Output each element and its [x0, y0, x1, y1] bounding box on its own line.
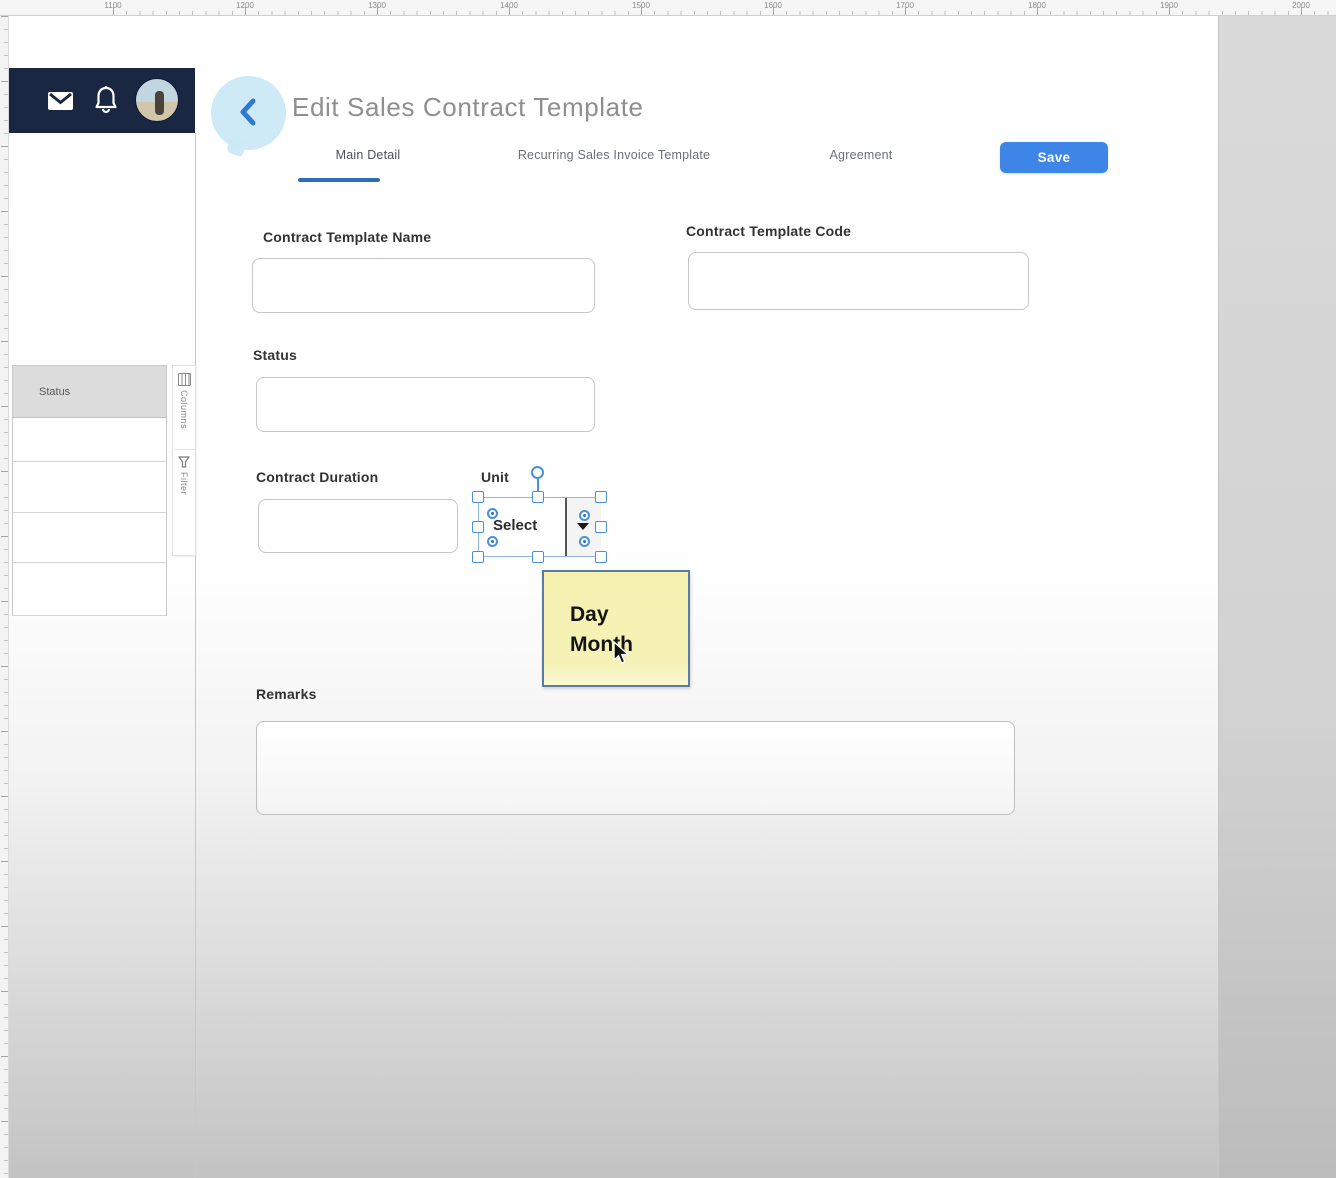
- ruler-tick-label: 1200: [236, 1, 254, 10]
- contract-template-name-label: Contract Template Name: [263, 229, 432, 245]
- ruler-tick-label: 2000: [1292, 1, 1310, 10]
- remarks-label: Remarks: [256, 686, 317, 702]
- contract-template-code-label: Contract Template Code: [686, 223, 852, 239]
- columns-icon: [177, 373, 191, 386]
- table-row: [13, 462, 166, 513]
- ruler-tick-label: 1500: [632, 1, 650, 10]
- tab-agreement[interactable]: Agreement: [830, 148, 893, 162]
- dropdown-divider: [565, 498, 567, 556]
- tab-main-detail[interactable]: Main Detail: [336, 148, 401, 162]
- resize-handle-se[interactable]: [595, 551, 607, 563]
- caret-down-icon: [577, 523, 589, 530]
- ruler-tick-label: 1700: [896, 1, 914, 10]
- app-top-bar: [9, 68, 195, 133]
- dropdown-options-note: Day Month: [542, 570, 690, 687]
- bell-icon[interactable]: [94, 86, 118, 115]
- mail-icon[interactable]: [47, 91, 74, 111]
- select-placeholder: Select: [493, 517, 538, 534]
- status-label: Status: [253, 347, 297, 363]
- contract-template-code-input[interactable]: [688, 252, 1029, 310]
- contract-template-name-input[interactable]: [252, 258, 595, 313]
- filter-tool[interactable]: Filter: [173, 456, 195, 495]
- ruler-tick-label: 1600: [764, 1, 782, 10]
- anchor-point[interactable]: [487, 536, 498, 547]
- contract-duration-input[interactable]: [258, 499, 458, 553]
- status-table: Status: [12, 365, 167, 616]
- unit-select-dropdown[interactable]: Select: [478, 497, 601, 557]
- unit-label: Unit: [481, 469, 510, 485]
- ruler-tick-label: 1900: [1160, 1, 1178, 10]
- contract-duration-label: Contract Duration: [256, 469, 379, 485]
- vertical-ruler: [0, 16, 9, 1178]
- table-row: [13, 513, 166, 563]
- columns-tool[interactable]: Columns: [173, 373, 195, 429]
- remarks-textarea[interactable]: [256, 721, 1015, 815]
- chevron-left-icon[interactable]: [236, 96, 262, 128]
- design-canvas: 1100 1200 1300 1400 1500 1600 1700 1800 …: [0, 0, 1336, 1178]
- mouse-cursor-icon: [613, 641, 630, 664]
- tab-recurring-sales-invoice-template[interactable]: Recurring Sales Invoice Template: [518, 148, 710, 162]
- anchor-point[interactable]: [579, 536, 590, 547]
- table-row: [13, 563, 166, 616]
- horizontal-ruler: 1100 1200 1300 1400 1500 1600 1700 1800 …: [0, 0, 1336, 16]
- filter-icon: [178, 456, 190, 468]
- resize-handle-s[interactable]: [532, 551, 544, 563]
- ruler-tick-label: 1300: [368, 1, 386, 10]
- ruler-tick-label: 1100: [104, 1, 122, 10]
- status-column-header-label: Status: [39, 385, 71, 398]
- panel-divider: [195, 133, 196, 1178]
- anchor-point[interactable]: [579, 510, 590, 521]
- resize-handle-n[interactable]: [532, 491, 544, 503]
- canvas-right-gutter: [1218, 16, 1336, 1178]
- ruler-tick-label: 1800: [1028, 1, 1046, 10]
- status-column-header: Status: [13, 366, 166, 418]
- save-button[interactable]: Save: [1000, 142, 1108, 173]
- toolbar-divider: [175, 449, 195, 450]
- resize-handle-sw[interactable]: [472, 551, 484, 563]
- filter-tool-label: Filter: [179, 472, 189, 495]
- ruler-tick-label: 1400: [500, 1, 518, 10]
- columns-tool-label: Columns: [179, 390, 189, 430]
- resize-handle-nw[interactable]: [472, 491, 484, 503]
- anchor-point[interactable]: [487, 508, 498, 519]
- active-tab-indicator: [298, 178, 380, 182]
- resize-handle-e[interactable]: [595, 521, 607, 533]
- page-title: Edit Sales Contract Template: [292, 92, 644, 122]
- option-day[interactable]: Day: [570, 603, 609, 627]
- resize-handle-w[interactable]: [472, 521, 484, 533]
- table-row: [13, 418, 166, 462]
- rotation-handle[interactable]: [531, 466, 544, 479]
- user-avatar[interactable]: [135, 78, 179, 122]
- table-side-toolbar: Columns Filter: [172, 365, 196, 556]
- avatar-photo: [155, 91, 164, 115]
- status-input[interactable]: [256, 377, 595, 432]
- resize-handle-ne[interactable]: [595, 491, 607, 503]
